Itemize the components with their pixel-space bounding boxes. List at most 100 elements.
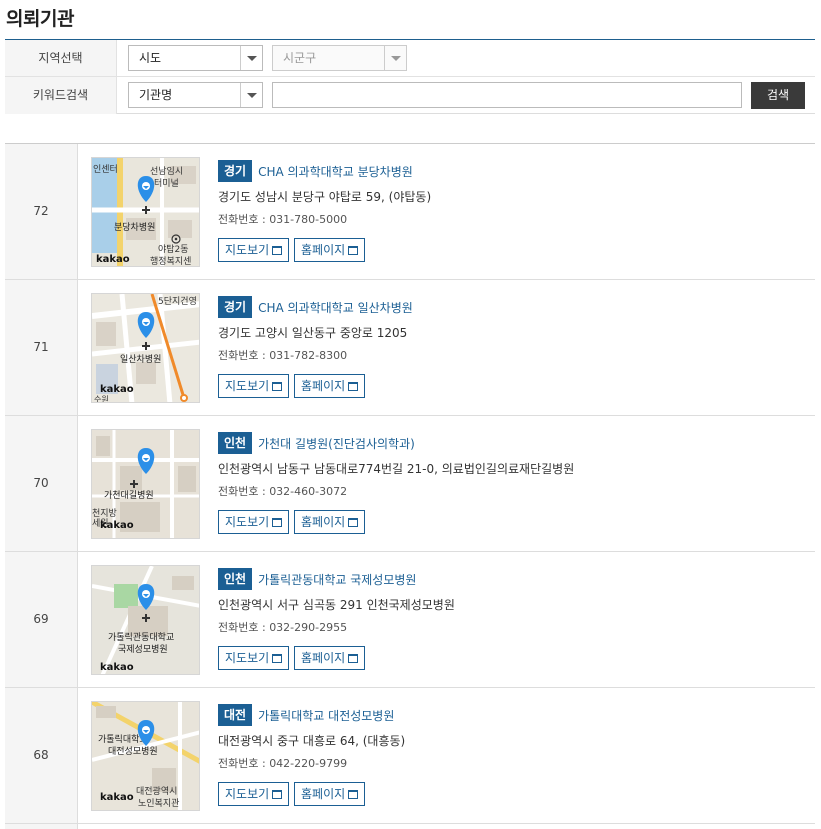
address: 인천광역시 서구 심곡동 291 인천국제성모병원 <box>218 598 455 612</box>
hospital-name: CHA 의과학대학교 일산차병원 <box>258 300 413 315</box>
external-window-icon <box>272 790 283 799</box>
homepage-button[interactable]: 홈페이지 <box>294 782 366 806</box>
map-view-button[interactable]: 지도보기 <box>218 510 290 534</box>
map-thumbnail[interactable]: 선남임시 터미널 인센터 분당차병원 야탑2동 행정복지센 kakao <box>91 157 200 267</box>
external-window-icon <box>272 654 283 663</box>
external-window-icon <box>348 518 359 527</box>
map-label: 대전성모병원 <box>108 746 158 757</box>
list-item-partial <box>5 824 78 829</box>
map-thumbnail[interactable]: 가천대길병원 천지방 세원 kakao <box>91 429 200 539</box>
search-panel: 지역선택 시도 시군구 키워드검색 기관명 검색 <box>5 39 815 114</box>
phone: 전화번호 : 032-290-2955 <box>218 619 808 635</box>
list-item: 68 가톨릭대학교 대전성모병원 대전광역시 노인복지관 kakao 대전 가톨릭… <box>5 688 815 824</box>
homepage-button[interactable]: 홈페이지 <box>294 374 366 398</box>
map-label: 국제성모병원 <box>118 644 168 655</box>
phone-prefix: 전화번호 : <box>218 349 270 362</box>
map-label: 행정복지센 <box>150 255 191 267</box>
phone-number: 032-290-2955 <box>269 621 348 634</box>
kakao-logo: kakao <box>100 384 134 395</box>
homepage-button[interactable]: 홈페이지 <box>294 238 366 262</box>
address: 인천광역시 남동구 남동대로774번길 21-0, 의료법인길의료재단길병원 <box>218 462 575 476</box>
homepage-button[interactable]: 홈페이지 <box>294 646 366 670</box>
phone-prefix: 전화번호 : <box>218 485 270 498</box>
region-badge: 대전 <box>218 704 253 726</box>
region-badge: 경기 <box>218 160 253 182</box>
phone: 전화번호 : 031-780-5000 <box>218 211 808 227</box>
homepage-label: 홈페이지 <box>301 243 346 257</box>
institution-info: 인천 가톨릭관동대학교 국제성모병원 인천광역시 서구 심곡동 291 인천국제성… <box>218 568 808 635</box>
region-label: 지역선택 <box>5 40 117 76</box>
map-label: 5단지건영 <box>158 296 197 307</box>
homepage-button[interactable]: 홈페이지 <box>294 510 366 534</box>
address: 대전광역시 중구 대흥로 64, (대흥동) <box>218 734 406 748</box>
address: 경기도 성남시 분당구 야탑로 59, (야탑동) <box>218 190 432 204</box>
external-window-icon <box>272 382 283 391</box>
keyword-label: 키워드검색 <box>5 77 117 114</box>
map-label: 가톨릭관동대학교 <box>108 631 174 643</box>
map-label: 일산차병원 <box>120 353 161 365</box>
institution-info: 경기 CHA 의과학대학교 일산차병원 경기도 고양시 일산동구 중앙로 1205… <box>218 296 808 363</box>
search-button[interactable]: 검색 <box>751 82 805 109</box>
hospital-name: CHA 의과학대학교 분당차병원 <box>258 164 413 179</box>
external-window-icon <box>348 382 359 391</box>
keyword-type-select[interactable]: 기관명 <box>128 82 263 108</box>
region-select-row: 지역선택 시도 시군구 <box>5 40 815 77</box>
external-window-icon <box>348 790 359 799</box>
chevron-down-icon <box>384 46 406 70</box>
map-view-label: 지도보기 <box>225 243 270 257</box>
map-view-button[interactable]: 지도보기 <box>218 238 290 262</box>
map-thumbnail[interactable]: 가톨릭대학교 대전성모병원 대전광역시 노인복지관 kakao <box>91 701 200 811</box>
row-number: 68 <box>5 688 78 823</box>
kakao-logo: kakao <box>100 662 134 673</box>
map-label: 분당차병원 <box>114 221 155 233</box>
map-label: 터미널 <box>154 178 179 189</box>
map-label: 가천대길병원 <box>104 490 154 501</box>
keyword-input[interactable] <box>272 82 742 108</box>
map-label: 대전광역시 <box>136 785 177 797</box>
map-label: 야탑2동 <box>158 243 189 255</box>
list-item: 69 가톨릭관동대학교 국제성모병원 kakao 인천 가톨릭관동대학교 국제성모… <box>5 552 815 688</box>
sido-select[interactable]: 시도 <box>128 45 263 71</box>
keyword-type-value: 기관명 <box>139 88 173 102</box>
row-buttons: 지도보기 홈페이지 <box>218 238 366 262</box>
map-label: 인센터 <box>93 164 118 175</box>
institution-info: 인천 가천대 길병원(진단검사의학과) 인천광역시 남동구 남동대로774번길 2… <box>218 432 808 499</box>
map-view-button[interactable]: 지도보기 <box>218 646 290 670</box>
phone-number: 031-780-5000 <box>269 213 348 226</box>
phone-number: 042-220-9799 <box>269 757 348 770</box>
map-view-label: 지도보기 <box>225 787 270 801</box>
row-number: 70 <box>5 416 78 551</box>
sido-select-value: 시도 <box>139 51 162 65</box>
institution-info: 경기 CHA 의과학대학교 분당차병원 경기도 성남시 분당구 야탑로 59, (… <box>218 160 808 227</box>
phone-prefix: 전화번호 : <box>218 213 270 226</box>
external-window-icon <box>272 518 283 527</box>
map-view-button[interactable]: 지도보기 <box>218 374 290 398</box>
external-window-icon <box>272 246 283 255</box>
phone-number: 031-782-8300 <box>269 349 348 362</box>
phone-prefix: 전화번호 : <box>218 621 270 634</box>
keyword-search-row: 키워드검색 기관명 검색 <box>5 77 815 114</box>
region-badge: 인천 <box>218 432 253 454</box>
row-number: 69 <box>5 552 78 687</box>
map-view-button[interactable]: 지도보기 <box>218 782 290 806</box>
map-label: 수원 <box>94 395 109 403</box>
map-thumbnail[interactable]: 가톨릭관동대학교 국제성모병원 kakao <box>91 565 200 675</box>
map-label: 선남임시 <box>150 165 183 177</box>
homepage-label: 홈페이지 <box>301 379 346 393</box>
phone: 전화번호 : 032-460-3072 <box>218 483 808 499</box>
page-title: 의뢰기관 <box>6 8 74 30</box>
sigungu-select[interactable]: 시군구 <box>272 45 407 71</box>
external-window-icon <box>348 246 359 255</box>
hospital-name: 가천대 길병원(진단검사의학과) <box>258 436 415 451</box>
region-badge: 인천 <box>218 568 253 590</box>
chevron-down-icon <box>240 46 262 70</box>
kakao-logo: kakao <box>100 520 134 531</box>
homepage-label: 홈페이지 <box>301 515 346 529</box>
row-buttons: 지도보기 홈페이지 <box>218 782 366 806</box>
map-label: 천지방 <box>92 508 117 519</box>
kakao-logo: kakao <box>100 792 134 803</box>
row-number: 72 <box>5 144 78 279</box>
external-window-icon <box>348 654 359 663</box>
kakao-logo: kakao <box>96 254 130 265</box>
map-thumbnail[interactable]: 5단지건영 일산차병원 수원 kakao <box>91 293 200 403</box>
